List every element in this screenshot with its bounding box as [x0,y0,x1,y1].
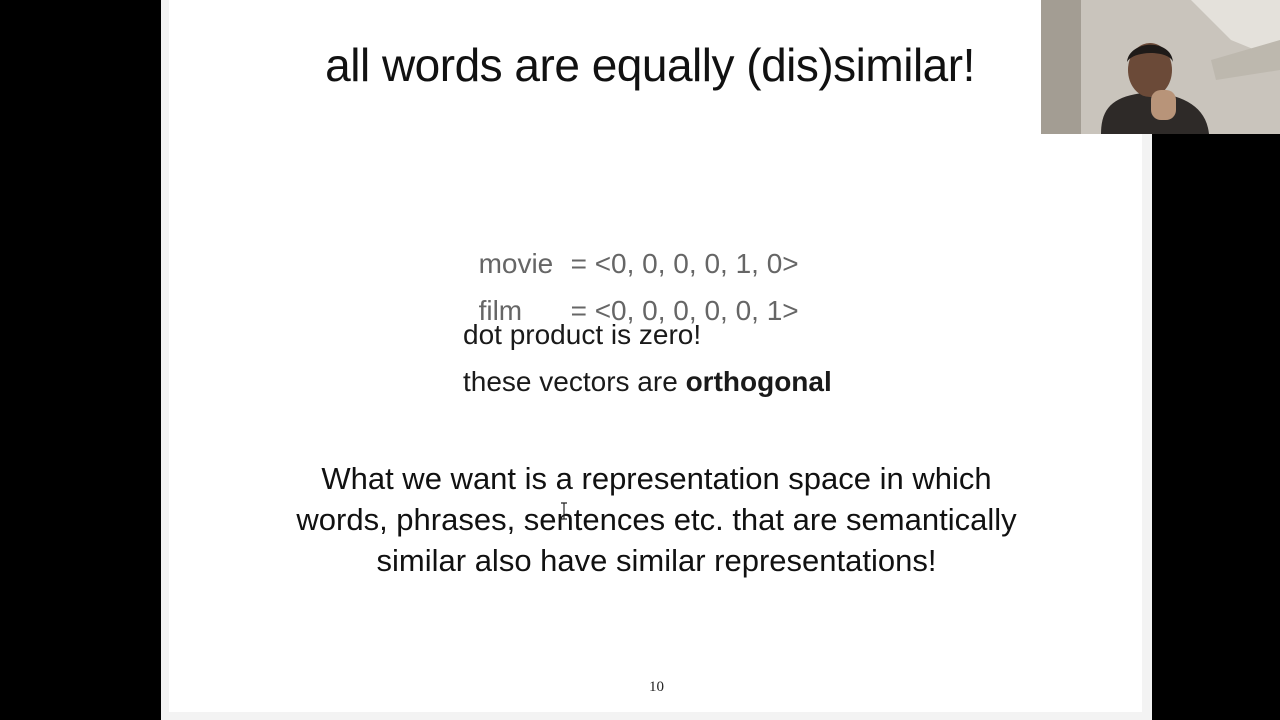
webcam-video-feed [1041,0,1280,134]
text-cursor-icon [561,502,567,520]
slide-canvas [169,0,1142,712]
dot-product-note: dot product is zero! [463,319,702,350]
presentation-slide [161,0,1152,720]
paragraph-line: similar also have similar representation… [376,543,937,578]
orthogonal-term: orthogonal [685,366,832,397]
person-video-icon [1041,0,1280,134]
vector-row-film: film = <0, 0, 0, 0, 0, 1> [463,263,799,327]
orthogonal-note: these vectors are orthogonal [463,366,832,398]
paragraph-line: words, phrases, sentences etc. that are … [296,502,1017,537]
paragraph-line: What we want is a representation space i… [321,461,992,496]
page-number: 10 [649,679,664,695]
main-paragraph: What we want is a representation space i… [161,458,1152,581]
orthogonal-prefix: these vectors are [463,366,686,397]
